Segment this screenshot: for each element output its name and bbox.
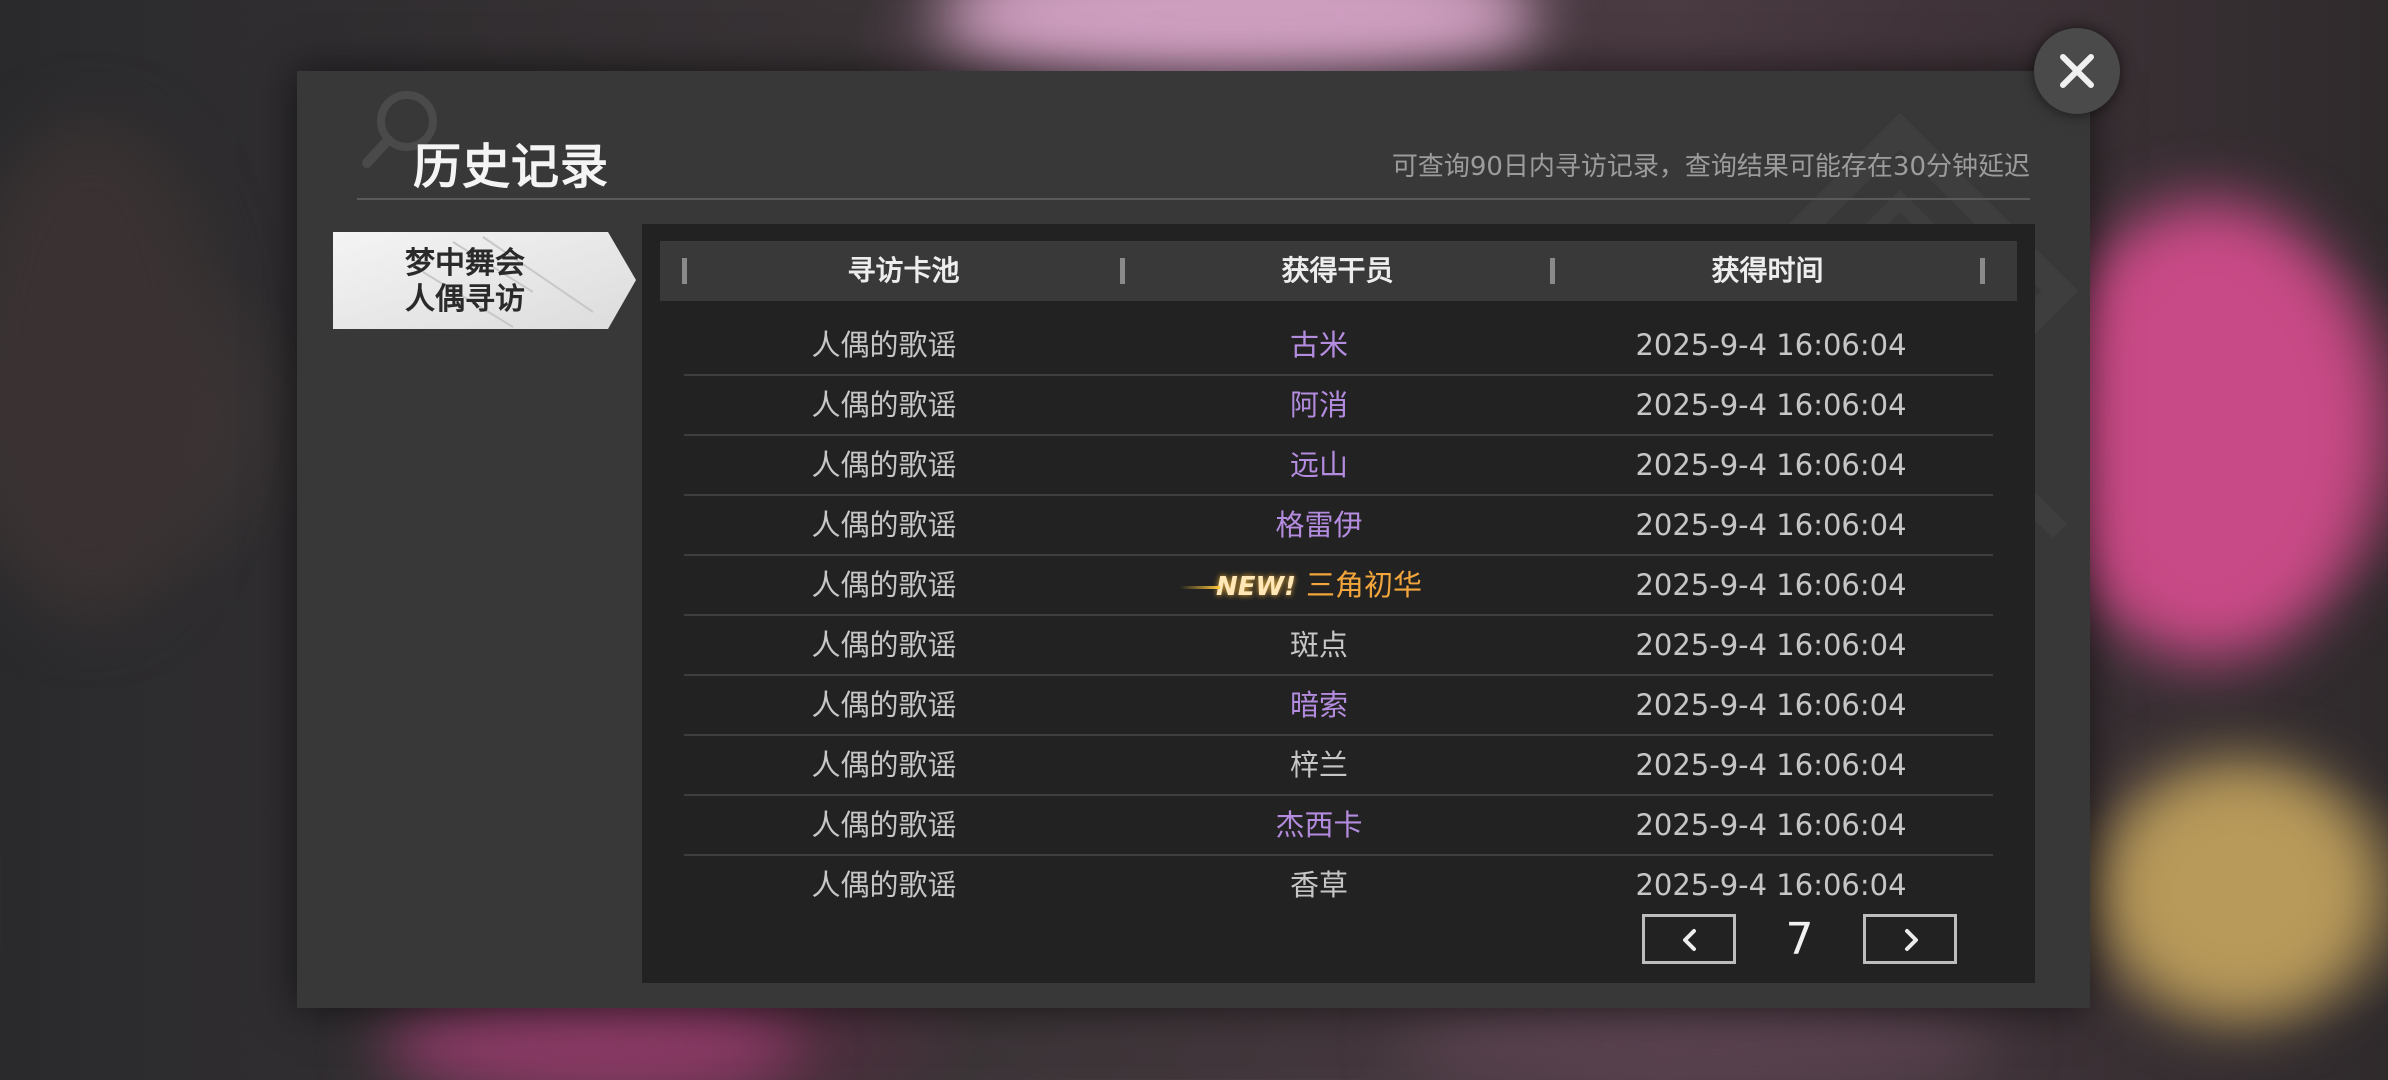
records-panel: 寻访卡池 获得干员 获得时间 人偶的歌谣 古米 2025-9-4 16:06:0… (642, 224, 2035, 983)
header-pool: 寻访卡池 (847, 254, 960, 287)
table-row: 人偶的歌谣 格雷伊 2025-9-4 16:06:04 (684, 496, 1993, 556)
pool-cell: 人偶的歌谣 (811, 688, 957, 722)
header-operator: 获得干员 (1281, 254, 1394, 287)
table-row: 人偶的歌谣 古米 2025-9-4 16:06:04 (684, 316, 1993, 376)
operator-cell: 阿消 (1289, 388, 1348, 422)
pool-cell: 人偶的歌谣 (811, 328, 957, 362)
dialog-title: 历史记录 (413, 139, 610, 195)
tab-label: 梦中舞会 人偶寻访 (405, 246, 525, 317)
time-cell: 2025-9-4 16:06:04 (1635, 628, 1907, 662)
header-separator (1980, 258, 1985, 284)
pool-cell: 人偶的歌谣 (811, 448, 957, 482)
background-blur-shape (0, 120, 220, 620)
time-cell: 2025-9-4 16:06:04 (1635, 448, 1907, 482)
pool-cell: 人偶的歌谣 (811, 748, 957, 782)
time-cell: 2025-9-4 16:06:04 (1635, 808, 1907, 842)
table-row: 人偶的歌谣 斑点 2025-9-4 16:06:04 (684, 616, 1993, 676)
query-notice: 可查询90日内寻访记录，查询结果可能存在30分钟延迟 (1391, 152, 2030, 182)
prev-page-button[interactable] (1642, 914, 1736, 964)
pool-cell: 人偶的歌谣 (811, 568, 957, 602)
new-badge-label: NEW! (1215, 572, 1297, 602)
table-header: 寻访卡池 获得干员 获得时间 (660, 241, 2017, 301)
close-icon (2060, 54, 2094, 88)
table-row: 人偶的歌谣 阿消 2025-9-4 16:06:04 (684, 376, 1993, 436)
chevron-right-icon (1905, 929, 1918, 951)
operator-cell: 杰西卡 (1275, 808, 1363, 842)
operator-cell: 暗索 (1289, 688, 1348, 722)
pool-cell: 人偶的歌谣 (811, 868, 957, 902)
pagination: 7 (1642, 914, 1982, 970)
time-cell: 2025-9-4 16:06:04 (1635, 568, 1907, 602)
table-row: 人偶的歌谣 暗索 2025-9-4 16:06:04 (684, 676, 1993, 736)
operator-cell: NEW! 三角初华 (1089, 556, 1549, 614)
table-row: 人偶的歌谣 远山 2025-9-4 16:06:04 (684, 436, 1993, 496)
table-row: 人偶的歌谣 NEW! 三角初华 2025-9-4 16:06:04 (684, 556, 1993, 616)
tab-dream-ball-headhunting[interactable]: 梦中舞会 人偶寻访 (333, 232, 636, 329)
time-cell: 2025-9-4 16:06:04 (1635, 688, 1907, 722)
page-number: 7 (1785, 914, 1814, 965)
new-badge: NEW! (1179, 558, 1297, 616)
pool-cell: 人偶的歌谣 (811, 388, 957, 422)
operator-cell: 斑点 (1289, 628, 1348, 662)
table-row: 人偶的歌谣 梓兰 2025-9-4 16:06:04 (684, 736, 1993, 796)
table-row: 人偶的歌谣 杰西卡 2025-9-4 16:06:04 (684, 796, 1993, 856)
time-cell: 2025-9-4 16:06:04 (1635, 508, 1907, 542)
time-cell: 2025-9-4 16:06:04 (1635, 328, 1907, 362)
pool-cell: 人偶的歌谣 (811, 628, 957, 662)
operator-cell: 远山 (1289, 448, 1348, 482)
new-badge-streak (1179, 586, 1220, 589)
title-divider (357, 198, 2030, 200)
chevron-left-icon (1683, 929, 1696, 951)
header-time: 获得时间 (1711, 254, 1824, 287)
pool-cell: 人偶的歌谣 (811, 508, 957, 542)
operator-cell: 梓兰 (1289, 748, 1348, 782)
time-cell: 2025-9-4 16:06:04 (1635, 868, 1907, 902)
history-dialog: 历史记录 可查询90日内寻访记录，查询结果可能存在30分钟延迟 梦中舞会 人偶寻… (297, 71, 2090, 1008)
time-cell: 2025-9-4 16:06:04 (1635, 748, 1907, 782)
operator-cell: 香草 (1289, 868, 1348, 902)
operator-cell: 格雷伊 (1275, 508, 1363, 542)
records-list: 人偶的歌谣 古米 2025-9-4 16:06:04 人偶的歌谣 阿消 2025… (684, 316, 1993, 916)
pool-cell: 人偶的歌谣 (811, 808, 957, 842)
operator-cell: 古米 (1289, 328, 1348, 362)
close-button[interactable] (2034, 28, 2120, 114)
background-blur-shape (1400, 1000, 2000, 1080)
next-page-button[interactable] (1863, 914, 1957, 964)
table-row: 人偶的歌谣 香草 2025-9-4 16:06:04 (684, 856, 1993, 916)
operator-name: 三角初华 (1306, 568, 1423, 602)
time-cell: 2025-9-4 16:06:04 (1635, 388, 1907, 422)
background-blur-shape (2040, 200, 2380, 660)
background-blur-shape (2100, 760, 2380, 1020)
